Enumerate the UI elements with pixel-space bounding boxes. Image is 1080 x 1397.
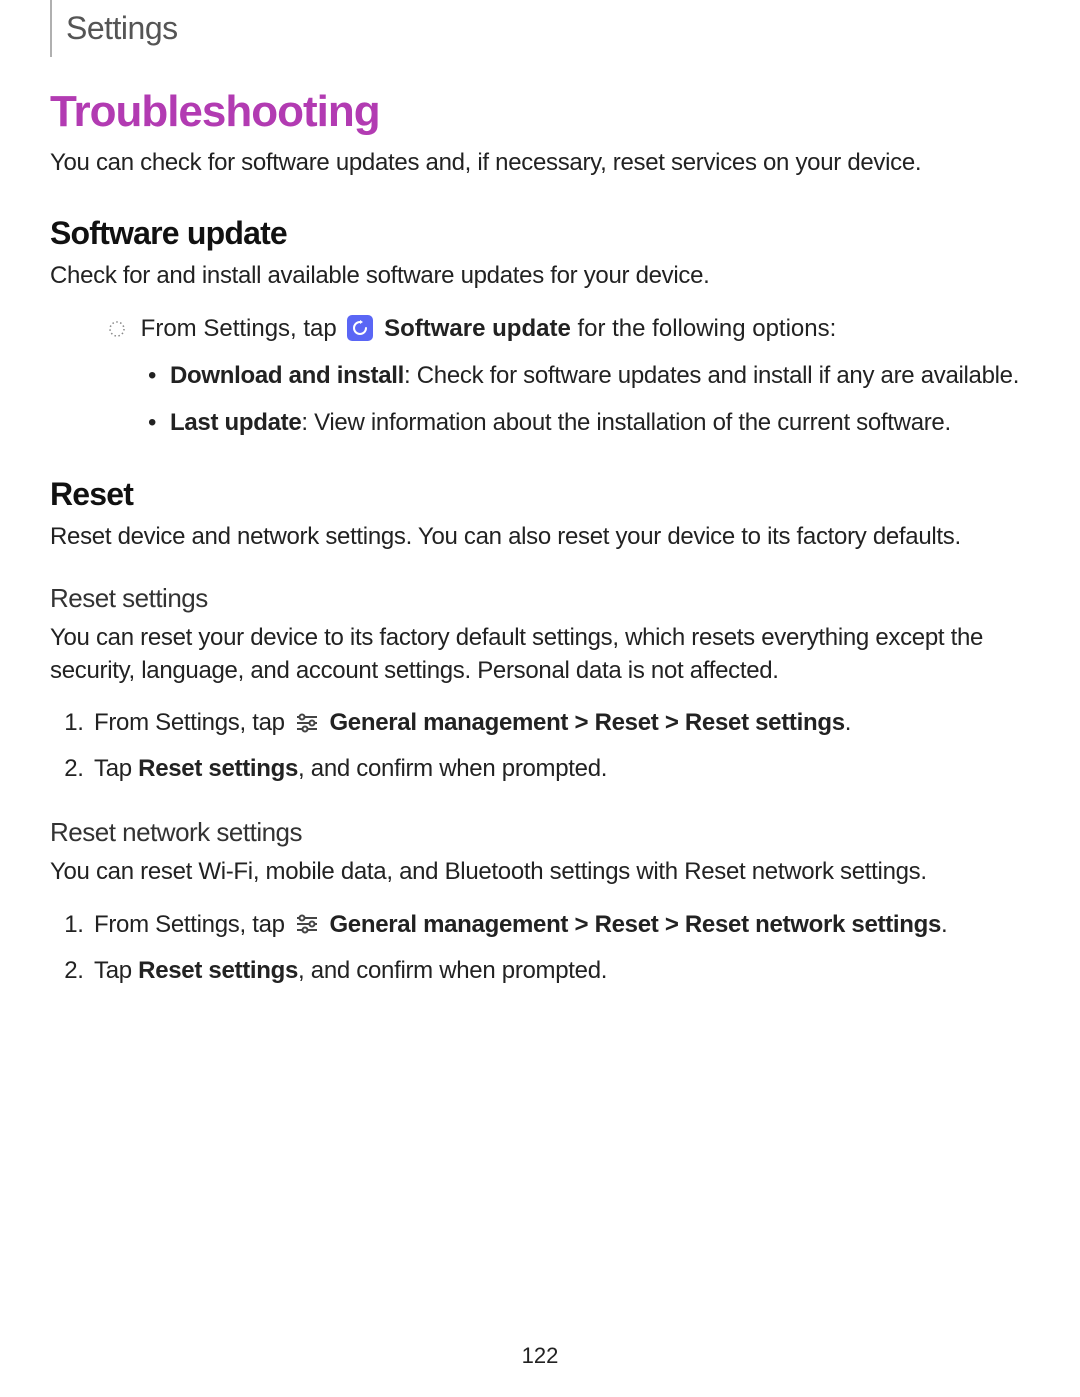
step-bold: Reset settings [138, 755, 298, 782]
instruction-prefix: From Settings, tap [141, 315, 337, 342]
step-item: Tap Reset settings, and confirm when pro… [90, 953, 1030, 989]
step-item: Tap Reset settings, and confirm when pro… [90, 751, 1030, 787]
step-prefix: From Settings, tap [94, 911, 285, 938]
step-prefix: From Settings, tap [94, 709, 285, 736]
reset-settings-heading: Reset settings [50, 583, 1030, 614]
step-suffix: , and confirm when prompted. [298, 755, 607, 782]
reset-heading: Reset [50, 476, 1030, 513]
dotted-circle-icon [108, 313, 126, 349]
reset-network-desc: You can reset Wi-Fi, mobile data, and Bl… [50, 856, 1030, 888]
option-label: Download and install [170, 362, 404, 389]
instruction-suffix: for the following options: [571, 315, 837, 342]
page-number: 122 [0, 1343, 1080, 1369]
reset-settings-steps: From Settings, tap General management > … [50, 705, 1030, 787]
reset-network-heading: Reset network settings [50, 817, 1030, 848]
option-label: Last update [170, 409, 301, 436]
page-title: Troubleshooting [50, 87, 1030, 137]
general-management-icon [295, 713, 319, 733]
general-management-icon [295, 914, 319, 934]
software-update-instruction: From Settings, tap Software update for t… [108, 311, 1030, 349]
step-item: From Settings, tap General management > … [90, 907, 1030, 943]
step-item: From Settings, tap General management > … [90, 705, 1030, 741]
breadcrumb: Settings [66, 0, 1030, 57]
software-update-options: Download and install: Check for software… [108, 359, 1030, 440]
software-update-heading: Software update [50, 215, 1030, 252]
step-suffix: . [845, 709, 851, 736]
reset-settings-desc: You can reset your device to its factory… [50, 622, 1030, 687]
step-prefix: Tap [94, 957, 138, 984]
option-desc: : Check for software updates and install… [404, 362, 1019, 389]
intro-text: You can check for software updates and, … [50, 147, 1030, 179]
header-bar: Settings [50, 0, 1030, 57]
step-bold: Reset settings [138, 957, 298, 984]
reset-network-steps: From Settings, tap General management > … [50, 907, 1030, 989]
step-bold: General management > Reset > Reset netwo… [329, 911, 941, 938]
reset-desc: Reset device and network settings. You c… [50, 521, 1030, 553]
step-bold: General management > Reset > Reset setti… [329, 709, 844, 736]
list-item: Last update: View information about the … [170, 406, 1030, 440]
step-prefix: Tap [94, 755, 138, 782]
step-suffix: . [941, 911, 947, 938]
list-item: Download and install: Check for software… [170, 359, 1030, 393]
option-desc: : View information about the installatio… [301, 409, 950, 436]
software-update-icon [347, 315, 373, 341]
step-suffix: , and confirm when prompted. [298, 957, 607, 984]
software-update-desc: Check for and install available software… [50, 260, 1030, 292]
instruction-bold: Software update [384, 315, 571, 342]
